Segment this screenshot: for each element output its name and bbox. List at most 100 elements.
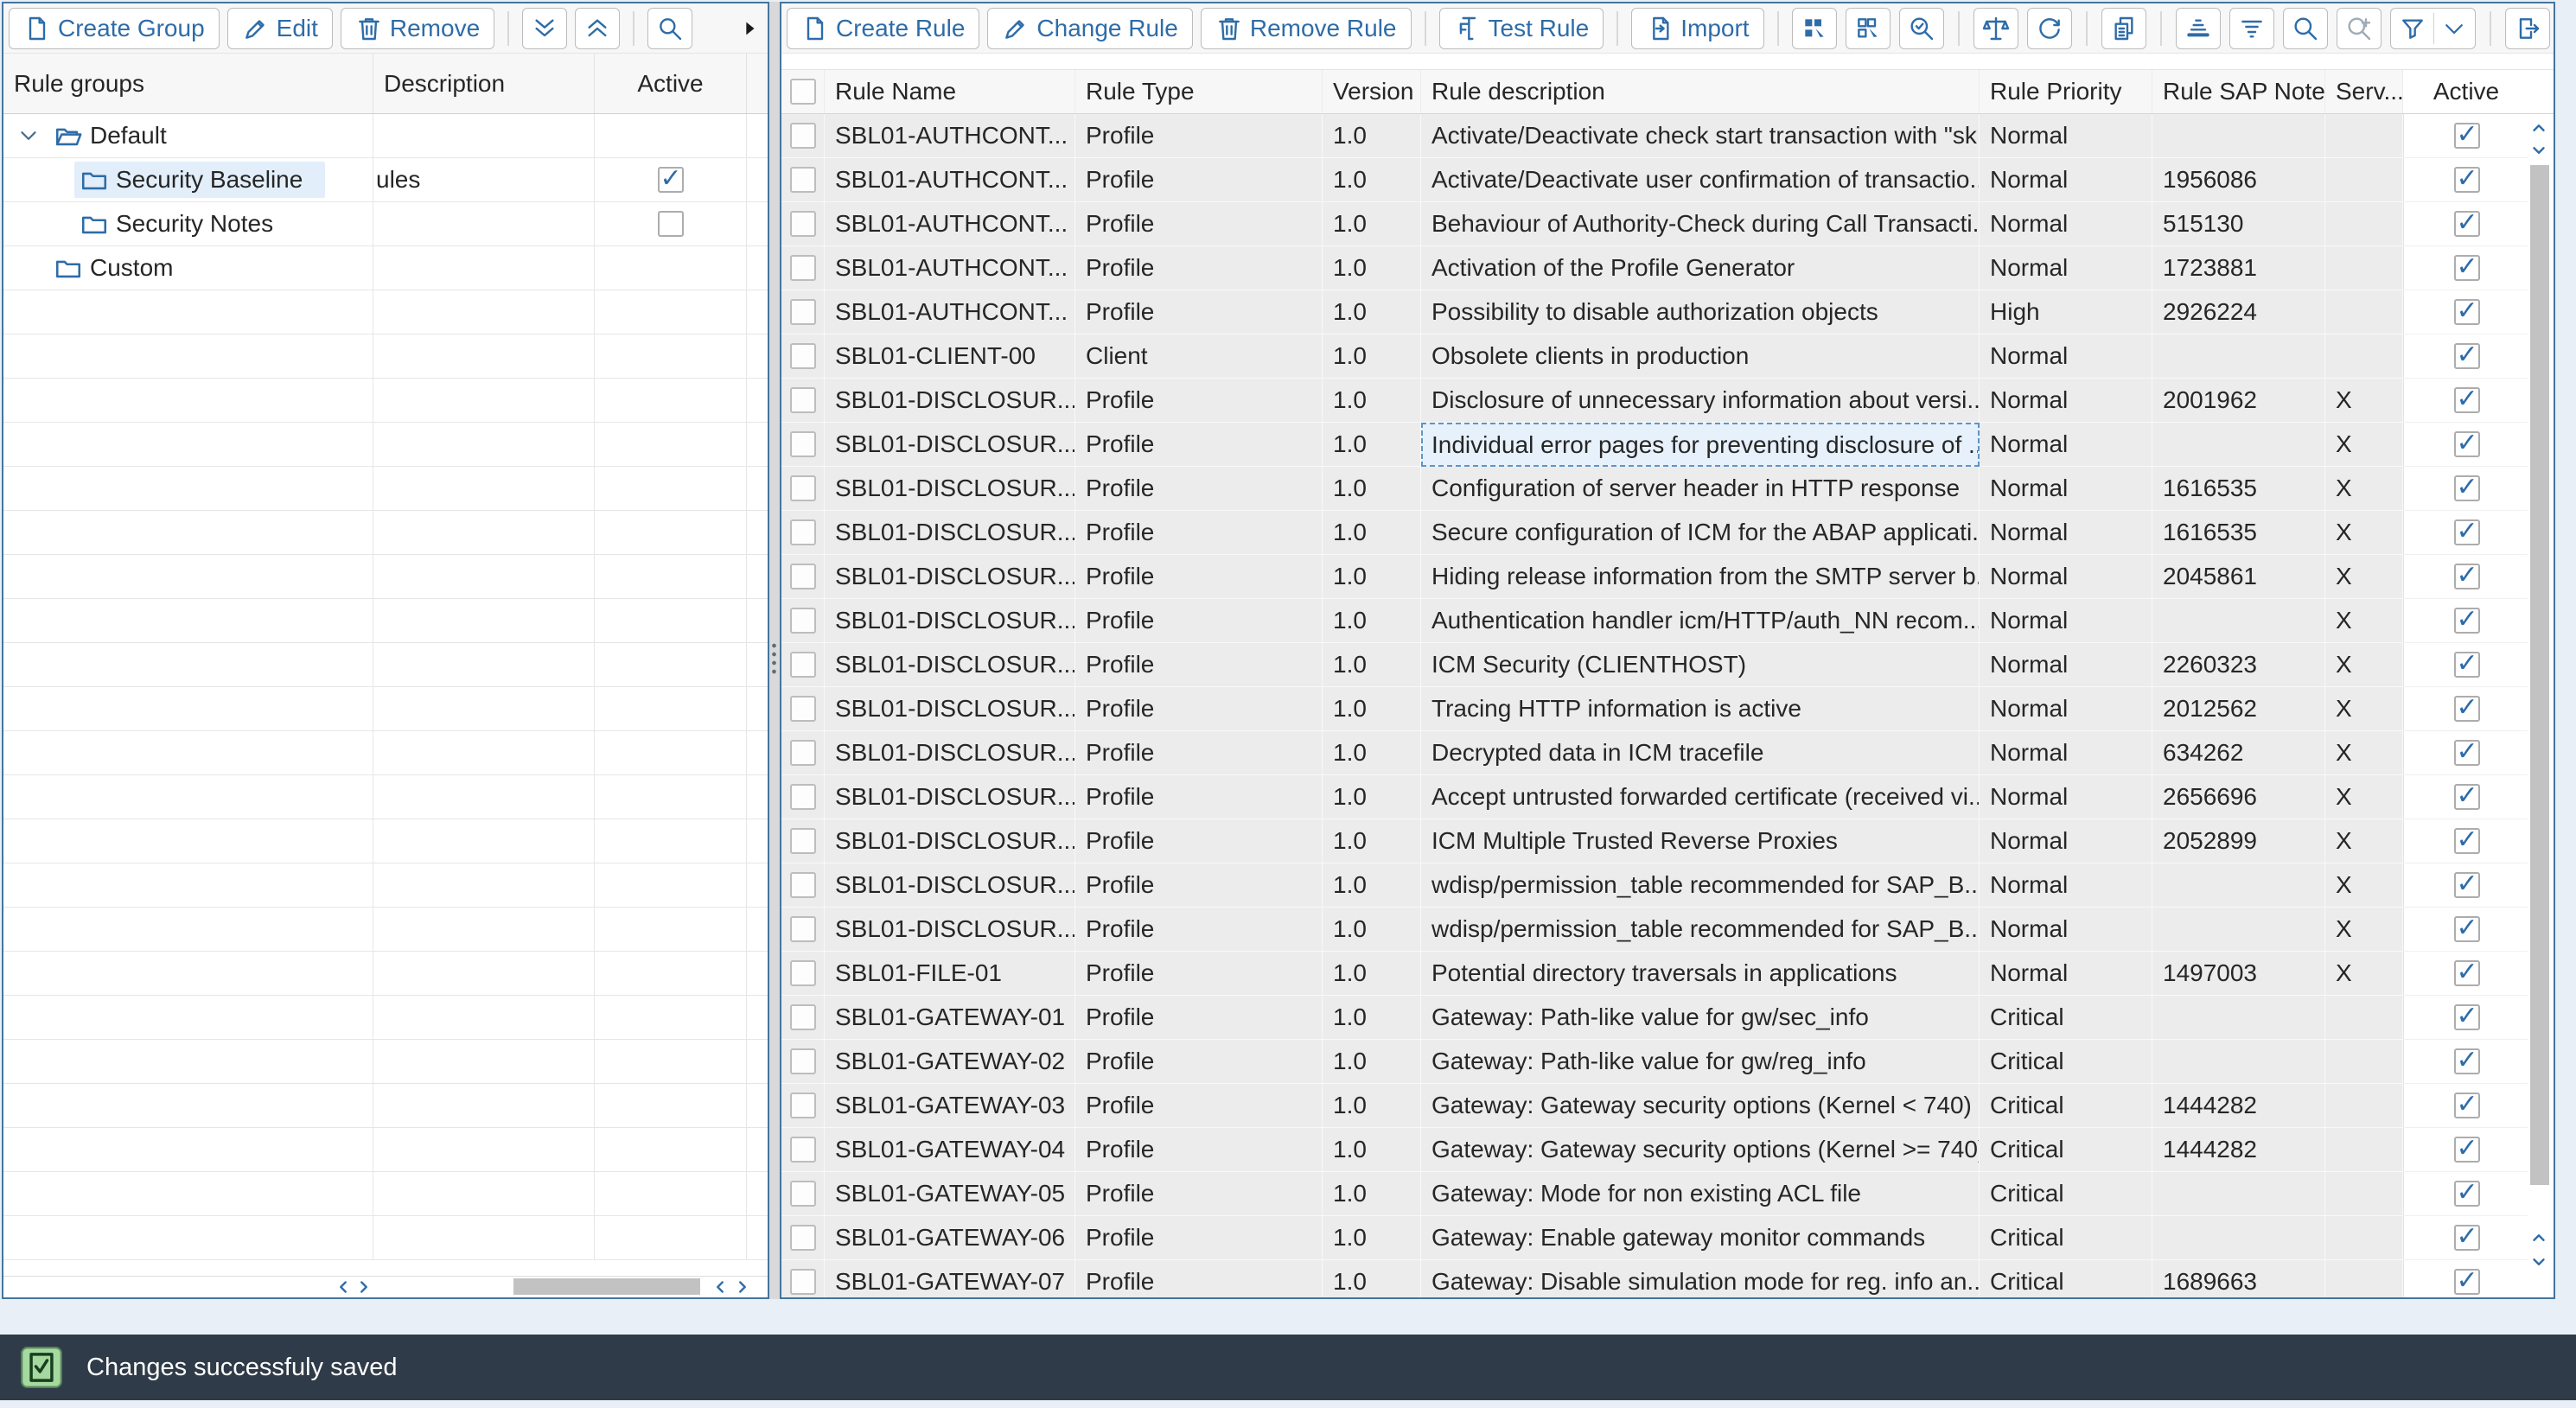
rule-name-cell[interactable]: SBL01-GATEWAY-01	[825, 996, 1075, 1040]
rule-name-cell[interactable]: SBL01-AUTHCONT...	[825, 290, 1075, 334]
rule-service-cell[interactable]	[2325, 114, 2403, 158]
rule-row[interactable]: SBL01-GATEWAY-03Profile1.0Gateway: Gatew…	[781, 1084, 2554, 1128]
rule-priority-cell[interactable]: Normal	[1980, 158, 2152, 202]
rule-sap-note-cell[interactable]: 2001962	[2152, 379, 2325, 423]
rule-sap-note-cell[interactable]	[2152, 423, 2325, 467]
rule-priority-cell[interactable]: Normal	[1980, 731, 2152, 775]
rule-priority-cell[interactable]: Critical	[1980, 1084, 2152, 1128]
rule-priority-cell[interactable]: Normal	[1980, 555, 2152, 599]
rule-row[interactable]: SBL01-DISCLOSUR...Profile1.0Hiding relea…	[781, 555, 2554, 599]
rule-service-cell[interactable]: X	[2325, 775, 2403, 819]
rule-priority-cell[interactable]: Critical	[1980, 996, 2152, 1040]
rule-priority-cell[interactable]: Normal	[1980, 775, 2152, 819]
rule-service-cell[interactable]: X	[2325, 952, 2403, 996]
rule-row[interactable]: SBL01-AUTHCONT...Profile1.0Behaviour of …	[781, 202, 2554, 246]
rule-name-cell[interactable]: SBL01-AUTHCONT...	[825, 158, 1075, 202]
scroll-down-icon[interactable]	[2529, 141, 2548, 164]
column-header-rule-type[interactable]: Rule Type	[1075, 70, 1323, 113]
checked-checkbox[interactable]	[2454, 828, 2480, 854]
rule-sap-note-cell[interactable]: 2926224	[2152, 290, 2325, 334]
rule-row[interactable]: SBL01-GATEWAY-07Profile1.0Gateway: Disab…	[781, 1260, 2554, 1299]
unchecked-checkbox[interactable]	[790, 387, 816, 413]
rule-service-cell[interactable]: X	[2325, 467, 2403, 511]
rule-sap-note-cell[interactable]	[2152, 1172, 2325, 1216]
unchecked-checkbox[interactable]	[658, 211, 684, 237]
scroll-right-icon[interactable]	[733, 1277, 752, 1299]
rule-row[interactable]: SBL01-GATEWAY-01Profile1.0Gateway: Path-…	[781, 996, 2554, 1040]
checked-checkbox[interactable]	[2454, 1048, 2480, 1074]
checked-checkbox[interactable]	[2454, 608, 2480, 634]
unchecked-checkbox[interactable]	[790, 519, 816, 545]
rule-type-cell[interactable]: Profile	[1075, 114, 1323, 158]
rule-name-cell[interactable]: SBL01-DISCLOSUR...	[825, 467, 1075, 511]
group-active-cell[interactable]	[595, 114, 747, 158]
rule-select-cell[interactable]	[781, 114, 825, 158]
rule-active-cell[interactable]	[2403, 1216, 2529, 1260]
group-active-cell[interactable]	[595, 202, 747, 246]
rule-version-cell[interactable]: 1.0	[1323, 423, 1421, 467]
rule-description-cell[interactable]: Gateway: Mode for non existing ACL file	[1421, 1172, 1980, 1216]
rule-priority-cell[interactable]: Critical	[1980, 1260, 2152, 1299]
rule-active-cell[interactable]	[2403, 555, 2529, 599]
rule-sap-note-cell[interactable]: 1497003	[2152, 952, 2325, 996]
rule-select-cell[interactable]	[781, 996, 825, 1040]
rule-service-cell[interactable]	[2325, 1040, 2403, 1084]
filter-split-button[interactable]	[2390, 8, 2476, 49]
rule-service-cell[interactable]: X	[2325, 423, 2403, 467]
rule-description-cell[interactable]: Gateway: Gateway security options (Kerne…	[1421, 1128, 1980, 1172]
rule-priority-cell[interactable]: Normal	[1980, 511, 2152, 555]
tree-node-cell[interactable]: Security Baseline	[3, 158, 373, 202]
toolbar-overflow-caret-icon[interactable]	[740, 19, 759, 38]
unchecked-checkbox[interactable]	[790, 696, 816, 722]
rule-description-cell[interactable]: Gateway: Enable gateway monitor commands	[1421, 1216, 1980, 1260]
checked-checkbox[interactable]	[2454, 1269, 2480, 1295]
rule-service-cell[interactable]: X	[2325, 908, 2403, 952]
rule-name-cell[interactable]: SBL01-DISCLOSUR...	[825, 775, 1075, 819]
checked-checkbox[interactable]	[2454, 123, 2480, 149]
rule-sap-note-cell[interactable]: 2012562	[2152, 687, 2325, 731]
rule-sap-note-cell[interactable]: 2656696	[2152, 775, 2325, 819]
rule-type-cell[interactable]: Profile	[1075, 643, 1323, 687]
rule-name-cell[interactable]: SBL01-DISCLOSUR...	[825, 511, 1075, 555]
rule-row[interactable]: SBL01-DISCLOSUR...Profile1.0Accept untru…	[781, 775, 2554, 819]
column-header-rule-name[interactable]: Rule Name	[825, 70, 1075, 113]
rule-priority-cell[interactable]: Normal	[1980, 819, 2152, 863]
unchecked-checkbox[interactable]	[790, 299, 816, 325]
rule-sap-note-cell[interactable]: 634262	[2152, 731, 2325, 775]
rule-active-cell[interactable]	[2403, 423, 2529, 467]
checked-checkbox[interactable]	[2454, 475, 2480, 501]
rule-service-cell[interactable]	[2325, 290, 2403, 334]
scroll-right-icon[interactable]	[354, 1277, 373, 1299]
rule-sap-note-cell[interactable]	[2152, 1040, 2325, 1084]
rule-select-cell[interactable]	[781, 467, 825, 511]
rule-version-cell[interactable]: 1.0	[1323, 467, 1421, 511]
rule-description-cell[interactable]: Accept untrusted forwarded certificate (…	[1421, 775, 1980, 819]
rule-priority-cell[interactable]: Normal	[1980, 952, 2152, 996]
checked-checkbox[interactable]	[2454, 519, 2480, 545]
rule-service-cell[interactable]: X	[2325, 731, 2403, 775]
unchecked-checkbox[interactable]	[790, 960, 816, 986]
rule-active-cell[interactable]	[2403, 863, 2529, 908]
tree-expand-chevron-icon[interactable]	[16, 123, 41, 149]
find-next-button[interactable]	[2337, 8, 2382, 49]
remove-rule-button[interactable]: Remove Rule	[1201, 8, 1412, 49]
rule-service-cell[interactable]: X	[2325, 819, 2403, 863]
column-header-rule-priority[interactable]: Rule Priority	[1980, 70, 2152, 113]
expand-all-button[interactable]	[522, 8, 567, 49]
rule-service-cell[interactable]	[2325, 334, 2403, 379]
collapse-all-button[interactable]	[575, 8, 620, 49]
rule-type-cell[interactable]: Profile	[1075, 555, 1323, 599]
rule-version-cell[interactable]: 1.0	[1323, 687, 1421, 731]
rule-version-cell[interactable]: 1.0	[1323, 334, 1421, 379]
rule-service-cell[interactable]	[2325, 246, 2403, 290]
rule-active-cell[interactable]	[2403, 246, 2529, 290]
rule-description-cell[interactable]: Configuration of server header in HTTP r…	[1421, 467, 1980, 511]
rule-select-cell[interactable]	[781, 423, 825, 467]
rule-select-cell[interactable]	[781, 246, 825, 290]
rule-version-cell[interactable]: 1.0	[1323, 819, 1421, 863]
rule-active-cell[interactable]	[2403, 114, 2529, 158]
checked-checkbox[interactable]	[2454, 916, 2480, 942]
rule-service-cell[interactable]	[2325, 1216, 2403, 1260]
rule-select-cell[interactable]	[781, 775, 825, 819]
panel-splitter[interactable]	[769, 2, 780, 1299]
